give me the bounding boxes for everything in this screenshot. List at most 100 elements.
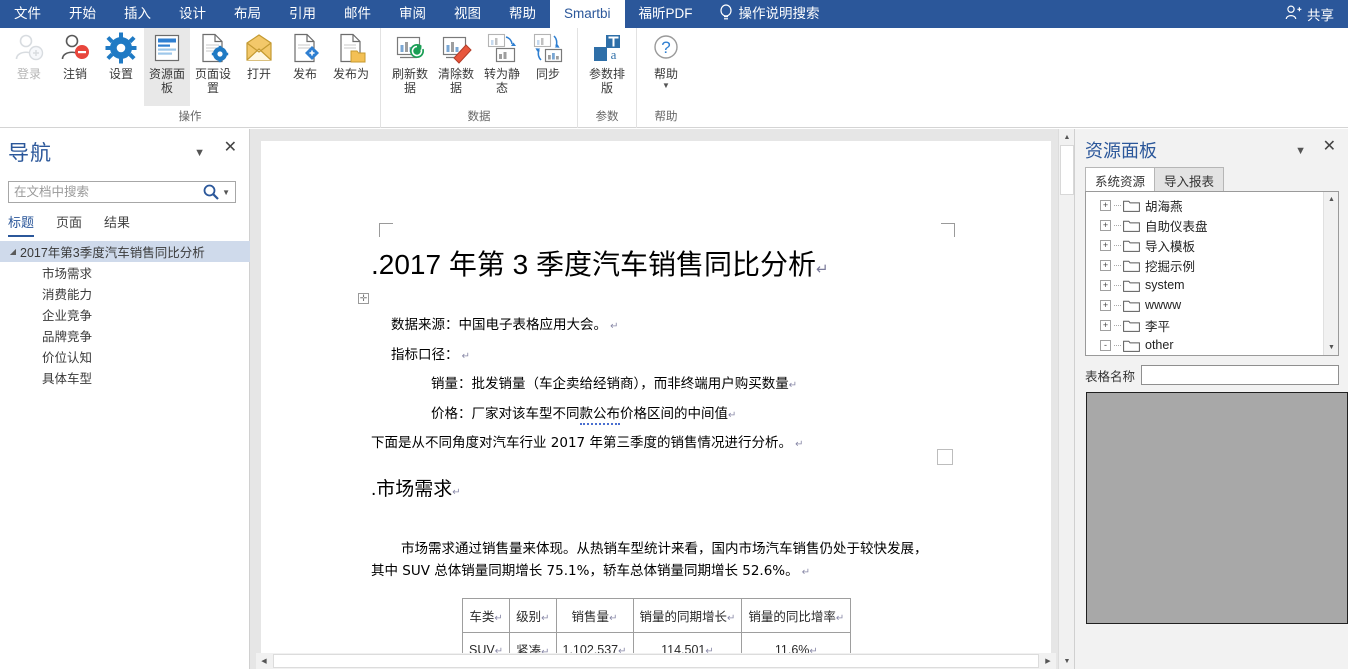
nav-heading-item-brand-competition[interactable]: 品牌竞争 [0, 325, 250, 346]
table-move-handle[interactable]: ✛ [358, 293, 369, 304]
tree-node[interactable]: -yepeiqin [1086, 355, 1338, 356]
ribbon-button-resource-panel[interactable]: 资源面板 [144, 28, 190, 106]
tree-node[interactable]: - other [1086, 335, 1338, 355]
ribbon-button-settings[interactable]: 设置 [98, 28, 144, 106]
tree-vertical-scrollbar[interactable]: ▲ ▼ [1323, 192, 1338, 355]
ribbon-tab-smartbi[interactable]: Smartbi [550, 0, 625, 28]
nav-tab-pages[interactable]: 页面 [56, 212, 82, 237]
nav-heading-item-price-perception[interactable]: 价位认知 [0, 346, 250, 367]
nav-heading-item-enterprise-competition[interactable]: 企业竞争 [0, 304, 250, 325]
ribbon-button-param-layout[interactable]: a 参数排版 [584, 28, 630, 106]
ribbon-tab-references[interactable]: 引用 [275, 0, 330, 28]
ribbon-button-refresh-data-label: 刷新数据 [391, 67, 428, 95]
navigation-search-box[interactable]: ▼ [8, 181, 236, 203]
ribbon-button-to-static[interactable]: 转为静态 [479, 28, 525, 106]
document-canvas[interactable]: .2017 年第 3 季度汽车销售同比分析↵ ✛ 数据来源：中国电子表格应用大会… [250, 129, 1058, 669]
ribbon-button-page-setup-label: 页面设置 [194, 67, 231, 95]
resource-panel-title: 资源面板 [1085, 141, 1157, 161]
nav-heading-item-market-demand[interactable]: 市场需求 [0, 262, 250, 283]
ribbon-tab-help[interactable]: 帮助 [495, 0, 550, 28]
document-page[interactable]: .2017 年第 3 季度汽车销售同比分析↵ ✛ 数据来源：中国电子表格应用大会… [261, 141, 1051, 667]
search-options-chevron-down-icon[interactable]: ▼ [220, 188, 235, 197]
nav-heading-label: 品牌竞争 [42, 330, 93, 344]
document-vertical-scrollbar[interactable]: ▲ ▼ [1058, 129, 1075, 669]
ribbon-tab-view[interactable]: 视图 [440, 0, 495, 28]
nav-heading-label: 市场需求 [42, 267, 93, 281]
tell-me-box[interactable]: 操作说明搜索 [707, 0, 830, 28]
scroll-down-arrow-icon[interactable]: ▼ [1059, 653, 1075, 669]
scroll-right-arrow-icon[interactable]: ▶ [1040, 653, 1056, 669]
tab-system-resources[interactable]: 系统资源 [1085, 167, 1156, 194]
resource-panel-close-icon[interactable]: ✕ [1323, 139, 1336, 155]
table-name-input[interactable] [1141, 365, 1339, 385]
navigation-pane-options-chevron-down-icon[interactable]: ▼ [194, 147, 205, 159]
table-header-row: 车类↵ 级别↵ 销售量↵ 销量的同期增长↵ 销量的同比增率↵ [461, 598, 852, 633]
search-input[interactable] [9, 185, 203, 199]
ribbon-tab-mailings[interactable]: 邮件 [330, 0, 385, 28]
horizontal-scrollbar-thumb[interactable] [273, 654, 1039, 668]
ribbon-tab-review[interactable]: 审阅 [385, 0, 440, 28]
tree-scroll-up-arrow-icon[interactable]: ▲ [1324, 192, 1338, 207]
ribbon-button-help[interactable]: ? 帮助 ▼ [643, 28, 689, 106]
ribbon-tab-foxit-pdf[interactable]: 福昕PDF [625, 0, 707, 28]
tree-expand-icon[interactable]: + [1100, 319, 1111, 331]
navigation-pane-close-icon[interactable]: ✕ [224, 140, 237, 156]
folder-icon [1123, 219, 1140, 232]
resource-panel-options-chevron-down-icon[interactable]: ▼ [1295, 145, 1306, 157]
vertical-scrollbar-thumb[interactable] [1060, 145, 1074, 195]
nav-heading-item-root[interactable]: ◢ 2017年第3季度汽车销售同比分析 [0, 241, 250, 262]
spellcheck-underlined-run: 款公布 [579, 406, 620, 425]
svg-text:a: a [611, 47, 617, 62]
tree-expand-icon[interactable]: + [1100, 239, 1111, 251]
nav-heading-item-specific-models[interactable]: 具体车型 [0, 367, 250, 388]
ribbon-tab-home[interactable]: 开始 [55, 0, 110, 28]
ribbon-button-login[interactable]: 登录 [6, 28, 52, 106]
content-placeholder-box[interactable] [937, 449, 953, 465]
tree-expand-icon[interactable]: + [1100, 259, 1111, 271]
ribbon-tab-file[interactable]: 文件 [0, 0, 55, 28]
ribbon-button-refresh-data[interactable]: 刷新数据 [387, 28, 433, 106]
tree-node[interactable]: + 挖掘示例 [1086, 255, 1338, 275]
tree-collapse-icon[interactable]: - [1100, 339, 1111, 351]
tree-node[interactable]: + 导入模板 [1086, 235, 1338, 255]
ribbon-tab-insert[interactable]: 插入 [110, 0, 165, 28]
tree-expand-icon[interactable]: + [1100, 299, 1111, 311]
ribbon-button-clear-data[interactable]: 清除数据 [433, 28, 479, 106]
tree-scroll-down-arrow-icon[interactable]: ▼ [1324, 340, 1338, 355]
collapse-triangle-icon[interactable]: ◢ [6, 245, 20, 259]
tab-import-report[interactable]: 导入报表 [1154, 167, 1225, 194]
nav-heading-item-consumption[interactable]: 消费能力 [0, 283, 250, 304]
ribbon-button-page-setup[interactable]: 页面设置 [190, 28, 236, 106]
scroll-up-arrow-icon[interactable]: ▲ [1059, 129, 1075, 145]
share-button[interactable]: 共享 [1279, 0, 1340, 28]
document-horizontal-scrollbar[interactable]: ◀ ▶ [256, 653, 1056, 669]
search-icon[interactable] [202, 183, 220, 201]
ribbon-button-publish[interactable]: 发布 [282, 28, 328, 106]
ribbon-tab-design[interactable]: 设计 [165, 0, 220, 28]
ribbon-button-publish-as[interactable]: 发布为 [328, 28, 374, 106]
ribbon-button-to-static-label: 转为静态 [483, 67, 520, 95]
tree-expand-icon[interactable]: + [1100, 219, 1111, 231]
settings-gear-icon [105, 32, 137, 64]
tree-node-label: 导入模板 [1145, 239, 1196, 254]
tree-node[interactable]: + wwww [1086, 295, 1338, 315]
tree-node[interactable]: + 自助仪表盘 [1086, 215, 1338, 235]
tree-expand-icon[interactable]: + [1100, 199, 1111, 211]
resource-preview-area[interactable] [1086, 392, 1348, 624]
ribbon-button-logout[interactable]: 注销 [52, 28, 98, 106]
pilcrow-icon: ↵ [798, 567, 811, 578]
nav-tab-results[interactable]: 结果 [104, 212, 130, 237]
tree-node[interactable]: + 李平 [1086, 315, 1338, 335]
table-header-cell: 级别↵ [509, 598, 557, 633]
page-setup-icon [197, 32, 229, 64]
ribbon-button-open[interactable]: 打开 [236, 28, 282, 106]
resource-tree[interactable]: + 胡海燕 + 自助仪表盘 + 导入模板 + 挖掘示例 + system + wwww + 李平 - othe… [1085, 191, 1339, 356]
ribbon-button-sync[interactable]: 同步 [525, 28, 571, 106]
tree-expand-icon[interactable]: + [1100, 279, 1111, 291]
nav-tab-headings[interactable]: 标题 [8, 212, 35, 237]
scroll-left-arrow-icon[interactable]: ◀ [256, 653, 272, 669]
tree-node[interactable]: + 胡海燕 [1086, 195, 1338, 215]
tree-node[interactable]: + system [1086, 275, 1338, 295]
chevron-down-icon[interactable]: ▼ [662, 82, 670, 90]
ribbon-tab-layout[interactable]: 布局 [220, 0, 275, 28]
